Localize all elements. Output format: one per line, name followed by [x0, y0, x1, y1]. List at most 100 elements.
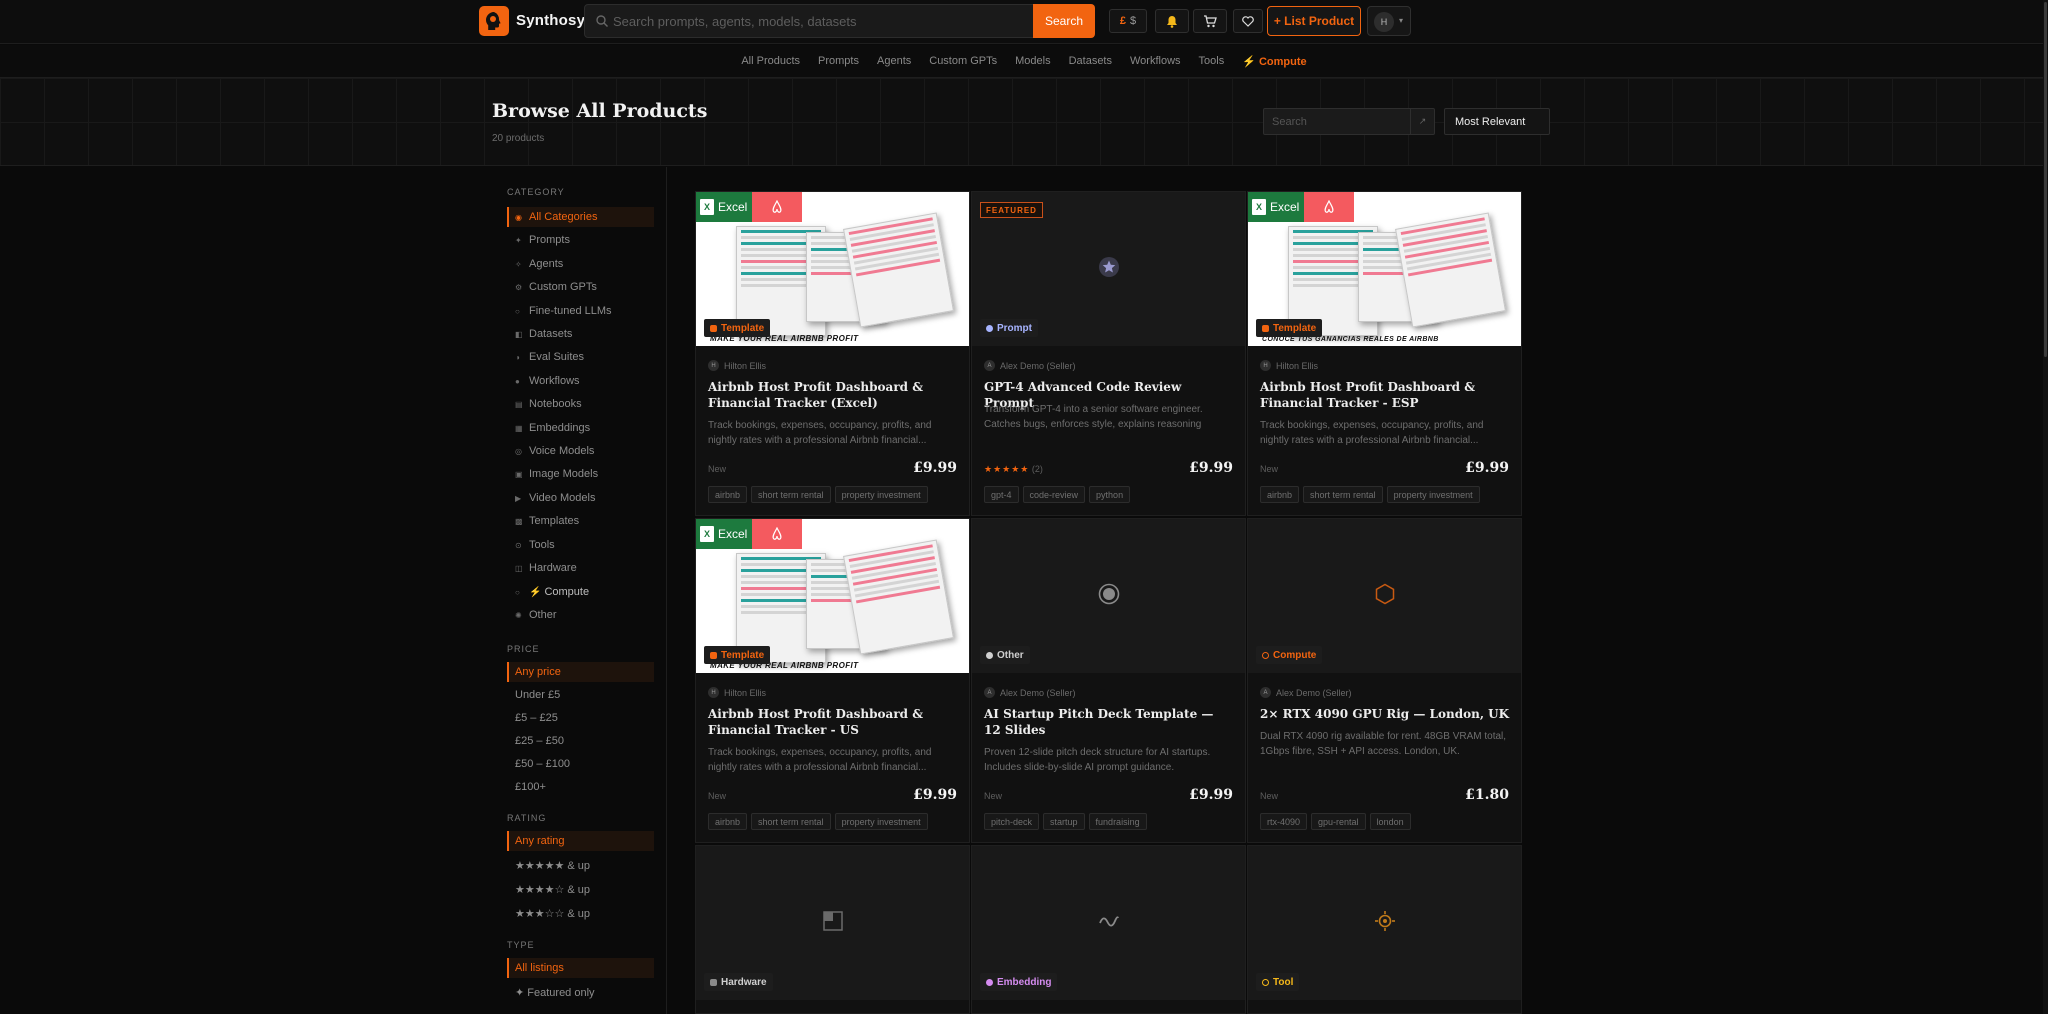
product-thumbnail[interactable]: Embedding: [972, 846, 1245, 1000]
filter-rating-any[interactable]: Any rating: [507, 831, 654, 851]
account-menu[interactable]: H ▾: [1367, 6, 1411, 36]
product-card[interactable]: Compute A Alex Demo (Seller) 2× RTX 4090 …: [1247, 518, 1522, 843]
product-title[interactable]: Airbnb Host Profit Dashboard & Financial…: [708, 379, 958, 411]
filter-category-custom-gpts[interactable]: ⚙ Custom GPTs: [507, 277, 654, 297]
tag[interactable]: rtx-4090: [1260, 813, 1308, 830]
filter-category-fine-tuned[interactable]: ○ Fine-tuned LLMs: [507, 301, 654, 321]
product-thumbnail[interactable]: X Excel MAKE YOUR REAL AIRBNB PROFIT Temp…: [696, 192, 969, 346]
currency-usd[interactable]: $: [1130, 15, 1136, 27]
seller[interactable]: H Hilton Ellis: [708, 687, 766, 698]
tag[interactable]: airbnb: [708, 486, 748, 503]
currency-switcher[interactable]: £ $: [1109, 9, 1147, 33]
brand-logo-icon[interactable]: [479, 6, 509, 36]
filter-category-other[interactable]: ✺ Other: [507, 605, 654, 625]
seller[interactable]: A Alex Demo (Seller): [1260, 687, 1352, 698]
product-card[interactable]: Embedding: [971, 845, 1246, 1014]
filter-price-50-100[interactable]: £50 – £100: [507, 754, 654, 774]
product-thumbnail[interactable]: Tool: [1248, 846, 1521, 1000]
search-button[interactable]: Search: [1033, 4, 1095, 38]
seller[interactable]: H Hilton Ellis: [708, 360, 766, 371]
wishlist-button[interactable]: [1233, 9, 1263, 33]
filter-category-workflows[interactable]: ● Workflows: [507, 371, 654, 391]
filter-price-any[interactable]: Any price: [507, 662, 654, 682]
tag[interactable]: startup: [1043, 813, 1085, 830]
filter-rating-4[interactable]: ★★★★☆ & up: [507, 879, 654, 899]
sort-select[interactable]: Most Relevant: [1444, 108, 1550, 135]
filter-type-featured[interactable]: ✦ Featured only: [507, 982, 654, 1002]
product-thumbnail[interactable]: FEATURED Prompt: [972, 192, 1245, 346]
nav-tools[interactable]: Tools: [1190, 55, 1234, 67]
tag[interactable]: property investment: [834, 486, 928, 503]
product-title[interactable]: 2× RTX 4090 GPU Rig — London, UK: [1260, 706, 1510, 722]
currency-gbp[interactable]: £: [1120, 15, 1126, 27]
filter-category-embeddings[interactable]: ▦ Embeddings: [507, 418, 654, 438]
tag[interactable]: airbnb: [1260, 486, 1300, 503]
brand-name[interactable]: Synthosy: [516, 12, 585, 29]
seller[interactable]: H Hilton Ellis: [1260, 360, 1318, 371]
nav-compute[interactable]: ⚡ Compute: [1233, 55, 1315, 68]
filter-category-templates[interactable]: ▩ Templates: [507, 511, 654, 531]
nav-datasets[interactable]: Datasets: [1060, 55, 1121, 67]
nav-custom-gpts[interactable]: Custom GPTs: [920, 55, 1006, 67]
filter-category-datasets[interactable]: ◧ Datasets: [507, 324, 654, 344]
filter-category-image[interactable]: ▣ Image Models: [507, 464, 654, 484]
tag[interactable]: property investment: [1386, 486, 1480, 503]
product-title[interactable]: Airbnb Host Profit Dashboard & Financial…: [1260, 379, 1510, 411]
filter-category-compute[interactable]: ○ ⚡ Compute: [507, 582, 654, 602]
tag[interactable]: property investment: [834, 813, 928, 830]
tag[interactable]: airbnb: [708, 813, 748, 830]
search-submit-arrow-icon[interactable]: ↗: [1410, 109, 1434, 134]
product-thumbnail[interactable]: Compute: [1248, 519, 1521, 673]
tag[interactable]: short term rental: [751, 486, 831, 503]
nav-prompts[interactable]: Prompts: [809, 55, 868, 67]
filter-price-25-50[interactable]: £25 – £50: [507, 731, 654, 751]
notifications-button[interactable]: [1155, 9, 1189, 33]
filter-price-100-plus[interactable]: £100+: [507, 777, 654, 797]
nav-agents[interactable]: Agents: [868, 55, 920, 67]
cart-button[interactable]: [1193, 9, 1227, 33]
list-product-button[interactable]: + List Product: [1267, 6, 1361, 36]
product-card[interactable]: X Excel CONOCE TUS GANANCIAS REALES DE AI…: [1247, 191, 1522, 516]
filter-rating-5[interactable]: ★★★★★ & up: [507, 855, 654, 875]
page-scrollbar-thumb[interactable]: [2044, 2, 2047, 357]
tag[interactable]: gpu-rental: [1311, 813, 1366, 830]
filter-price-5-25[interactable]: £5 – £25: [507, 708, 654, 728]
filter-category-all[interactable]: ◉ All Categories: [507, 207, 654, 227]
product-card[interactable]: FEATURED Prompt A Alex Demo (Seller) GPT-…: [971, 191, 1246, 516]
filter-category-prompts[interactable]: ✦ Prompts: [507, 230, 654, 250]
filter-category-notebooks[interactable]: ▤ Notebooks: [507, 394, 654, 414]
nav-workflows[interactable]: Workflows: [1121, 55, 1190, 67]
filter-category-video[interactable]: ▶ Video Models: [507, 488, 654, 508]
filter-category-tools[interactable]: ⊙ Tools: [507, 535, 654, 555]
product-thumbnail[interactable]: Hardware: [696, 846, 969, 1000]
filter-category-voice[interactable]: ◎ Voice Models: [507, 441, 654, 461]
filter-category-agents[interactable]: ✧ Agents: [507, 254, 654, 274]
filter-type-all[interactable]: All listings: [507, 958, 654, 978]
product-title[interactable]: AI Startup Pitch Deck Template — 12 Slid…: [984, 706, 1234, 738]
product-thumbnail[interactable]: X Excel CONOCE TUS GANANCIAS REALES DE AI…: [1248, 192, 1521, 346]
product-card[interactable]: X Excel MAKE YOUR REAL AIRBNB PROFIT Temp…: [695, 518, 970, 843]
nav-all-products[interactable]: All Products: [732, 55, 809, 67]
product-thumbnail[interactable]: X Excel MAKE YOUR REAL AIRBNB PROFIT Temp…: [696, 519, 969, 673]
tag[interactable]: short term rental: [1303, 486, 1383, 503]
product-card[interactable]: Other A Alex Demo (Seller) AI Startup Pit…: [971, 518, 1246, 843]
product-card[interactable]: Tool: [1247, 845, 1522, 1014]
tag[interactable]: fundraising: [1088, 813, 1147, 830]
tag[interactable]: code-review: [1022, 486, 1086, 503]
global-search-input[interactable]: [613, 5, 1013, 37]
product-card[interactable]: Hardware: [695, 845, 970, 1014]
product-thumbnail[interactable]: Other: [972, 519, 1245, 673]
tag[interactable]: pitch-deck: [984, 813, 1040, 830]
filter-category-hardware[interactable]: ◫ Hardware: [507, 558, 654, 578]
seller[interactable]: A Alex Demo (Seller): [984, 360, 1076, 371]
tag[interactable]: python: [1089, 486, 1131, 503]
product-card[interactable]: X Excel MAKE YOUR REAL AIRBNB PROFIT Temp…: [695, 191, 970, 516]
tag[interactable]: short term rental: [751, 813, 831, 830]
nav-models[interactable]: Models: [1006, 55, 1059, 67]
product-title[interactable]: Airbnb Host Profit Dashboard & Financial…: [708, 706, 958, 738]
seller[interactable]: A Alex Demo (Seller): [984, 687, 1076, 698]
tag[interactable]: london: [1369, 813, 1411, 830]
filter-price-under-5[interactable]: Under £5: [507, 685, 654, 705]
filter-rating-3[interactable]: ★★★☆☆ & up: [507, 903, 654, 923]
product-search-input[interactable]: [1272, 109, 1402, 134]
